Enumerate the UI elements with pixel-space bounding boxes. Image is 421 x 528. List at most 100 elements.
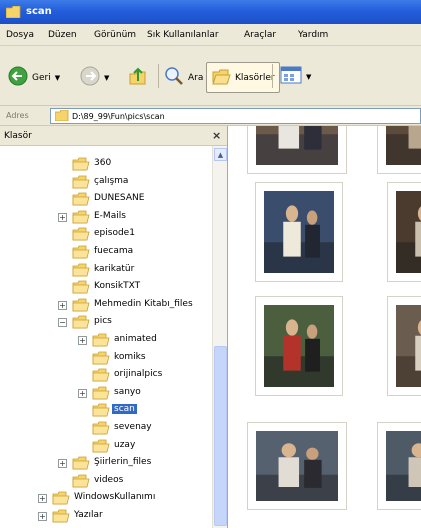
tree-node[interactable]: sevenay [92,420,210,436]
folder-tree-scrollbar[interactable]: ▲ [212,146,227,528]
tree-node[interactable]: orijinalpics [92,367,210,383]
photo-image [256,431,338,501]
folder-icon [92,439,110,456]
tree-node[interactable]: fuecama [72,244,210,260]
toolbar-separator [272,64,273,88]
photo-image [264,191,334,273]
tree-node-label: E-Mails [94,210,126,221]
menu-view[interactable]: Görünüm [94,30,136,40]
folder-pane-header: Klasör × [0,126,227,146]
photo-image [256,126,338,165]
tree-expander-icon[interactable]: + [78,336,87,345]
back-arrow-icon [8,66,28,89]
folder-icon [72,456,90,473]
title-bar[interactable]: scan [0,0,421,24]
folder-icon [52,509,70,526]
tree-node[interactable]: animated [92,332,210,348]
folder-icon [72,175,90,192]
menu-help[interactable]: Yardım [298,30,328,40]
tree-expander-icon[interactable]: + [58,300,67,310]
tree-node[interactable]: karikatür [72,262,210,278]
tree-node[interactable]: E-Mails [72,209,210,225]
folders-icon [211,66,231,89]
tree-node-label: fuecama [94,246,134,256]
thumbnail-view [229,126,421,528]
tree-node[interactable]: KonsikTXT [72,279,210,295]
address-field[interactable]: D:\89_99\Fun\pics\scan [50,108,421,124]
photo-thumbnail[interactable] [255,182,343,282]
photo-thumbnail[interactable] [247,422,347,510]
tree-node-label: orijinalpics [114,369,163,380]
tree-expander-icon[interactable]: + [38,512,47,521]
menu-favorites[interactable]: Sık Kullanılanlar [147,30,219,40]
tree-node-label: pics [94,316,112,327]
forward-dropdown-icon[interactable]: ▼ [104,74,109,82]
photo-thumbnail[interactable] [387,182,421,282]
tree-node-label: sanyo [114,386,141,397]
tree-node[interactable]: scan [92,402,210,418]
menu-tools[interactable]: Araçlar [244,30,276,40]
folder-pane-title: Klasör [4,131,32,141]
folder-icon [92,333,110,350]
back-button[interactable]: Geri ▼ [8,66,60,89]
photo-thumbnail[interactable] [247,126,347,174]
tree-expander-icon[interactable]: − [58,318,67,328]
folder-icon [72,192,90,209]
tree-expander-icon[interactable]: + [78,388,87,398]
tree-node-label: episode1 [94,228,135,239]
tree-node[interactable]: komiks [92,350,210,366]
close-icon[interactable]: × [212,129,221,142]
tree-node[interactable]: videos [72,473,210,489]
search-button[interactable]: Ara [164,66,203,89]
tree-node[interactable]: uzay [92,438,210,454]
folder-icon [72,298,90,315]
folder-icon [72,245,90,262]
tree-node[interactable]: DUNESANE [72,191,210,207]
tree-node[interactable]: sanyo [92,385,210,401]
folder-icon [54,109,69,123]
toolbar: Geri ▼ ▼ Ara Klasörler ▼ [0,46,421,106]
tree-node-label: Mehmedin Kitabı_files [94,298,193,309]
tree-node[interactable]: Mehmedin Kitabı_files [72,297,210,313]
tree-node[interactable]: pics [72,314,210,330]
search-icon [164,66,184,89]
tree-node-label: Şiirlerin_files [94,457,152,468]
tree-node[interactable]: Yazılar [52,508,210,524]
folder-icon [92,421,110,438]
tree-node-label: 360 [94,158,112,168]
photo-thumbnail[interactable] [255,296,343,396]
back-dropdown-icon[interactable]: ▼ [55,74,60,82]
tree-node[interactable]: Şiirlerin_files [72,455,210,471]
forward-button[interactable]: ▼ [80,66,109,89]
forward-arrow-icon [80,66,100,89]
views-dropdown-icon[interactable]: ▼ [306,73,311,81]
menu-edit[interactable]: Düzen [48,30,77,40]
tree-expander-icon[interactable]: + [58,212,67,222]
tree-expander-icon[interactable]: + [58,459,67,469]
folders-button[interactable]: Klasörler [206,62,280,93]
tree-node[interactable]: WindowsKullanımı [52,490,210,506]
photo-thumbnail[interactable] [377,126,421,174]
tree-node[interactable]: episode1 [72,226,210,242]
tree-expander-icon[interactable]: + [38,494,47,504]
photo-image [396,305,421,387]
tree-node-label: çalışma [94,175,129,186]
tree-node[interactable]: 360 [72,156,210,172]
folder-icon [72,210,90,227]
tree-node-label: sevenay [114,422,152,432]
scrollbar-thumb[interactable] [214,346,227,526]
photo-thumbnail[interactable] [377,422,421,510]
tree-node[interactable]: çalışma [72,174,210,190]
photo-image [264,305,334,387]
photo-image [386,431,421,501]
search-label: Ara [188,72,204,83]
menu-file[interactable]: Dosya [6,30,34,40]
photo-image [386,126,421,165]
address-path: D:\89_99\Fun\pics\scan [72,111,165,121]
tree-node-label: animated [114,334,157,344]
up-folder-button[interactable] [128,66,148,89]
views-button[interactable]: ▼ [280,66,311,87]
scroll-up-icon[interactable]: ▲ [214,148,227,161]
photo-thumbnail[interactable] [387,296,421,396]
address-label: Adres [6,111,29,120]
